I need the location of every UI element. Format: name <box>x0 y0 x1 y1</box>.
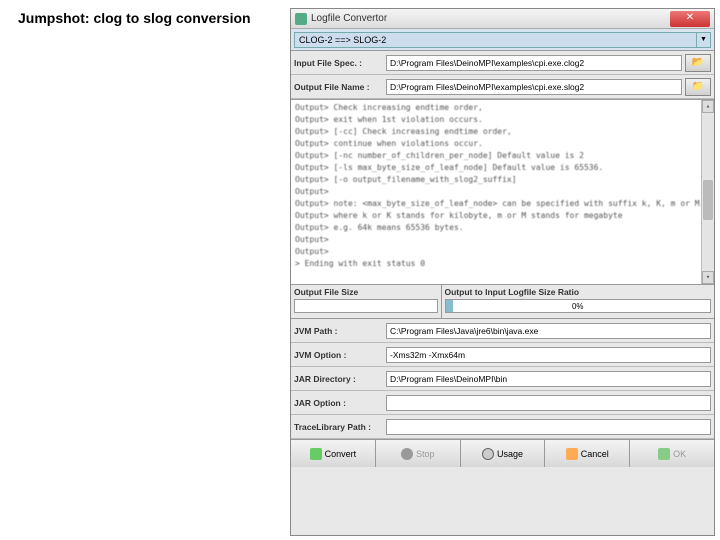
help-icon <box>482 448 494 460</box>
jvm-option-row: JVM Option : -Xms32m -Xmx64m <box>291 343 714 367</box>
jvm-path-label: JVM Path : <box>294 326 386 336</box>
conversion-type-row: CLOG-2 ==> SLOG-2 ▼ <box>291 29 714 51</box>
titlebar[interactable]: Logfile Convertor ✕ <box>291 9 714 29</box>
log-line: Output> note: <max_byte_size_of_leaf_nod… <box>295 198 710 210</box>
log-line: Output> [-ls max_byte_size_of_leaf_node]… <box>295 162 710 174</box>
ok-button[interactable]: OK <box>630 440 714 467</box>
log-line: Output> [-cc] Check increasing endtime o… <box>295 126 710 138</box>
jar-option-row: JAR Option : <box>291 391 714 415</box>
jvm-path-row: JVM Path : C:\Program Files\Java\jre6\bi… <box>291 319 714 343</box>
output-size-field <box>294 299 438 313</box>
folder-save-icon: 📁 <box>692 81 704 92</box>
output-scrollbar[interactable]: ▴ ▾ <box>701 100 714 284</box>
log-line: Output> exit when 1st violation occurs. <box>295 114 710 126</box>
cancel-button[interactable]: Cancel <box>545 440 630 467</box>
convert-label: Convert <box>325 449 357 459</box>
jvm-option-label: JVM Option : <box>294 350 386 360</box>
output-file-row: Output File Name : D:\Program Files\Dein… <box>291 75 714 99</box>
scroll-thumb[interactable] <box>703 180 713 220</box>
stop-label: Stop <box>416 449 435 459</box>
convertor-window: Logfile Convertor ✕ CLOG-2 ==> SLOG-2 ▼ … <box>290 8 715 536</box>
ok-label: OK <box>673 449 686 459</box>
stop-button[interactable]: Stop <box>376 440 461 467</box>
input-file-label: Input File Spec. : <box>294 58 386 68</box>
jar-dir-field[interactable]: D:\Program Files\DeinoMPI\bin <box>386 371 711 387</box>
log-line: Output> Check increasing endtime order, <box>295 102 710 114</box>
usage-label: Usage <box>497 449 523 459</box>
jar-dir-row: JAR Directory : D:\Program Files\DeinoMP… <box>291 367 714 391</box>
output-file-field[interactable]: D:\Program Files\DeinoMPI\examples\cpi.e… <box>386 79 682 95</box>
input-file-row: Input File Spec. : D:\Program Files\Dein… <box>291 51 714 75</box>
log-line: Output> <box>295 186 710 198</box>
log-line: Output> continue when violations occur. <box>295 138 710 150</box>
jar-option-field[interactable] <box>386 395 711 411</box>
jvm-path-field[interactable]: C:\Program Files\Java\jre6\bin\java.exe <box>386 323 711 339</box>
cancel-icon <box>566 448 578 460</box>
log-line: Output> <box>295 234 710 246</box>
ratio-box: Output to Input Logfile Size Ratio 0% <box>442 285 715 318</box>
jar-option-label: JAR Option : <box>294 398 386 408</box>
scroll-down-button[interactable]: ▾ <box>702 271 714 284</box>
chevron-down-icon[interactable]: ▼ <box>697 32 711 48</box>
ratio-progress: 0% <box>445 299 712 313</box>
window-title: Logfile Convertor <box>311 13 670 24</box>
progress-text: 0% <box>446 302 711 311</box>
conversion-type-combo[interactable]: CLOG-2 ==> SLOG-2 <box>294 32 697 48</box>
log-line: Output> [-o output_filename_with_slog2_s… <box>295 174 710 186</box>
jvm-option-field[interactable]: -Xms32m -Xmx64m <box>386 347 711 363</box>
ok-icon <box>658 448 670 460</box>
app-icon <box>295 13 307 25</box>
folder-open-icon: 📂 <box>692 57 704 68</box>
input-file-field[interactable]: D:\Program Files\DeinoMPI\examples\cpi.e… <box>386 55 682 71</box>
page-title: Jumpshot: clog to slog conversion <box>18 10 251 26</box>
log-line: > Ending with exit status 0 <box>295 258 710 270</box>
browse-output-button[interactable]: 📁 <box>685 78 711 96</box>
stats-row: Output File Size Output to Input Logfile… <box>291 285 714 319</box>
log-line: Output> <box>295 246 710 258</box>
button-row: Convert Stop Usage Cancel OK <box>291 439 714 467</box>
trace-lib-field[interactable] <box>386 419 711 435</box>
convert-button[interactable]: Convert <box>291 440 376 467</box>
trace-lib-label: TraceLibrary Path : <box>294 422 386 432</box>
trace-lib-row: TraceLibrary Path : <box>291 415 714 439</box>
close-button[interactable]: ✕ <box>670 11 710 27</box>
output-size-box: Output File Size <box>291 285 442 318</box>
log-line: Output> where k or K stands for kilobyte… <box>295 210 710 222</box>
usage-button[interactable]: Usage <box>461 440 546 467</box>
stop-icon <box>401 448 413 460</box>
browse-input-button[interactable]: 📂 <box>685 54 711 72</box>
convert-icon <box>310 448 322 460</box>
output-file-label: Output File Name : <box>294 82 386 92</box>
log-output-area[interactable]: Output> Check increasing endtime order,O… <box>291 99 714 285</box>
ratio-label: Output to Input Logfile Size Ratio <box>445 287 712 297</box>
log-line: Output> [-nc number_of_children_per_node… <box>295 150 710 162</box>
jar-dir-label: JAR Directory : <box>294 374 386 384</box>
scroll-up-button[interactable]: ▴ <box>702 100 714 113</box>
log-line: Output> e.g. 64k means 65536 bytes. <box>295 222 710 234</box>
cancel-label: Cancel <box>581 449 609 459</box>
output-size-label: Output File Size <box>294 287 438 297</box>
